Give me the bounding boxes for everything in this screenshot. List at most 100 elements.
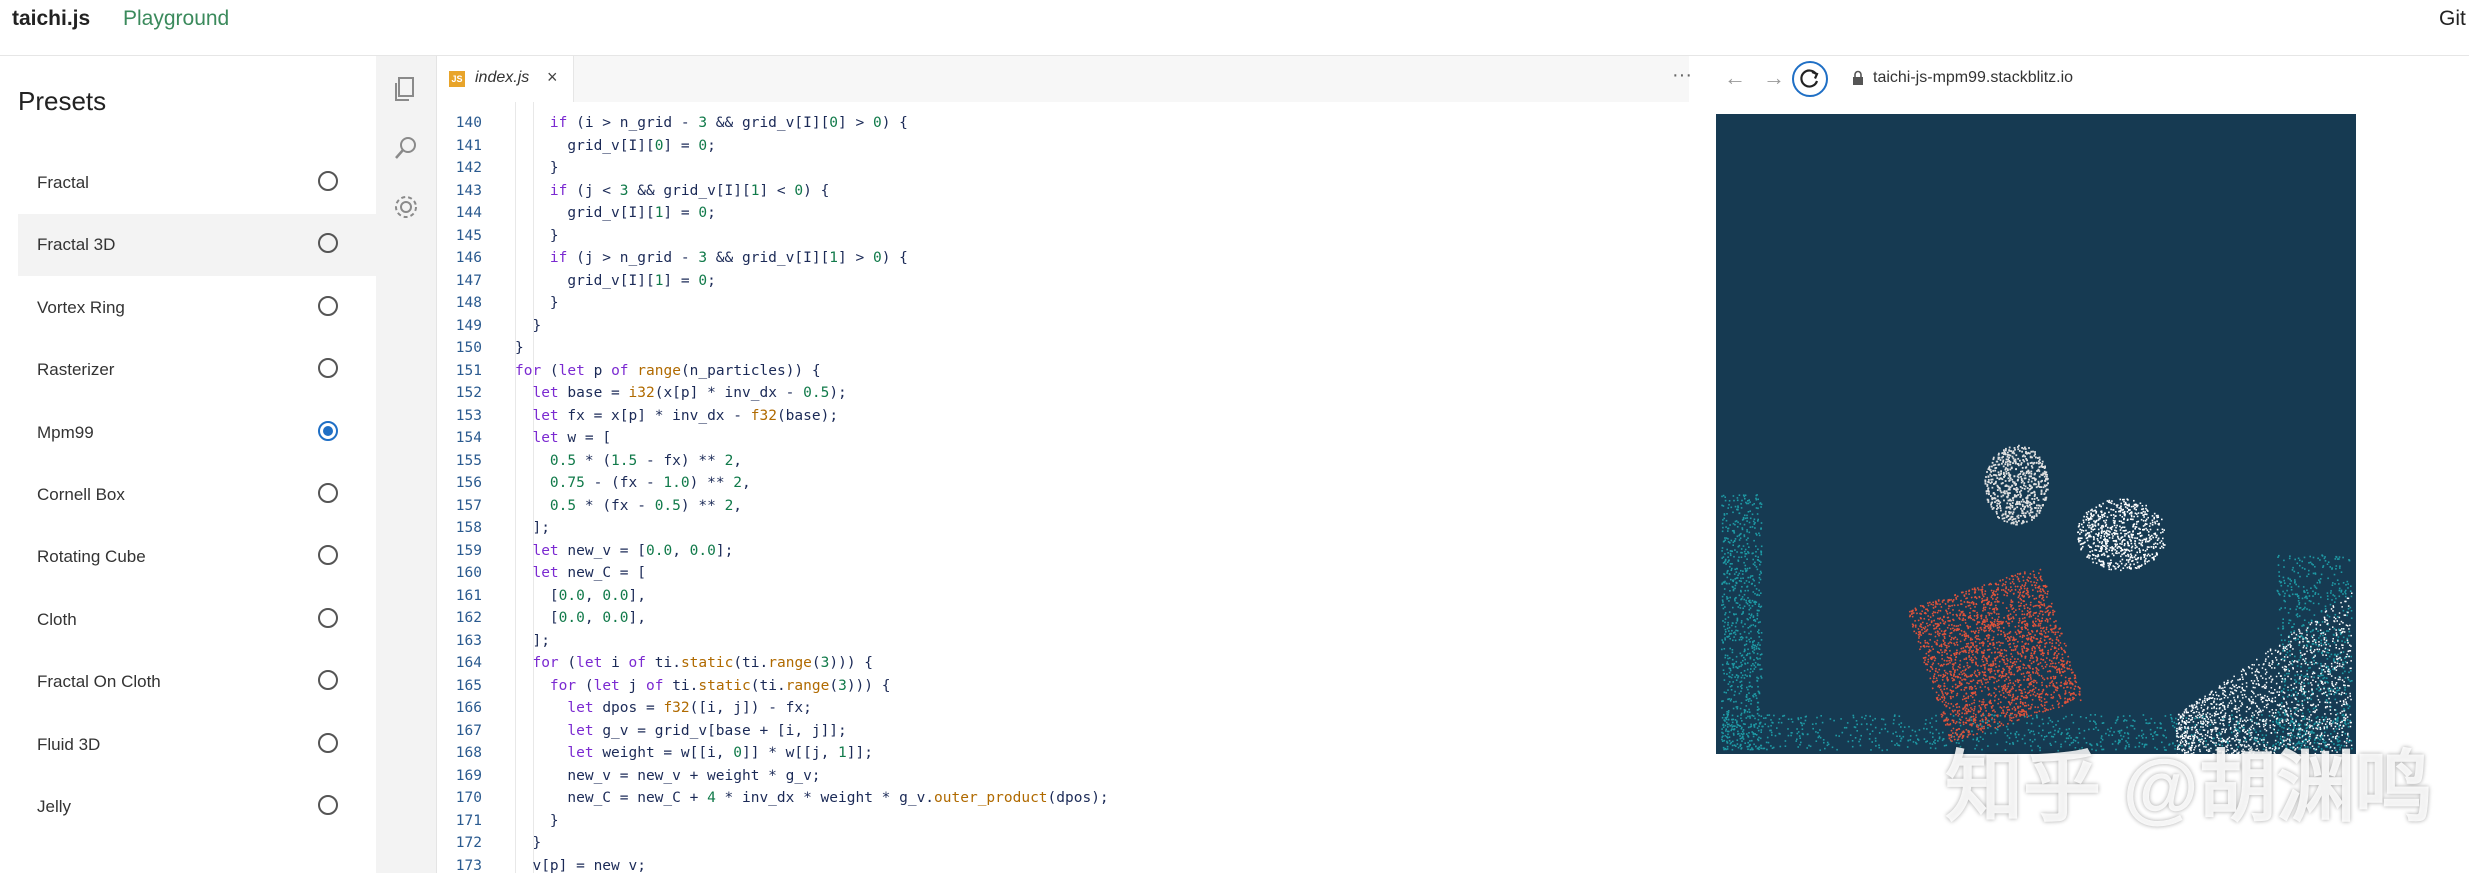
line-number: 167: [455, 722, 482, 739]
preset-item[interactable]: Fluid 3D: [18, 714, 376, 776]
line-code: }: [515, 340, 524, 356]
line-number: 162: [455, 610, 482, 626]
github-link[interactable]: Git: [2439, 7, 2469, 31]
search-icon[interactable]: [391, 133, 421, 163]
line-number: 141: [455, 137, 482, 154]
preset-item[interactable]: Fractal: [18, 152, 376, 214]
mpm99-simulation-canvas[interactable]: [1716, 114, 2356, 754]
line-code: let fx = x[p] * inv_dx - f32(base);: [532, 407, 839, 424]
line-number: 173: [455, 857, 482, 873]
preset-item[interactable]: Cloth: [18, 589, 376, 651]
code-line: 158 ];: [437, 517, 1687, 540]
line-code: let base = i32(x[p] * inv_dx - 0.5);: [532, 385, 847, 401]
line-code: ];: [515, 520, 550, 536]
preset-item[interactable]: Rotating Cube: [18, 526, 376, 588]
preset-label: Fluid 3D: [37, 734, 101, 754]
line-number: 143: [455, 182, 482, 199]
code-line: 151 for (let p of range(n_particles)) {: [437, 360, 1687, 383]
line-code: for (let i of ti.static(ti.range(3))) {: [532, 655, 874, 671]
preset-radio[interactable]: [318, 171, 338, 191]
line-number: 147: [455, 272, 482, 289]
code-line: 148 }: [437, 292, 1687, 315]
line-number: 170: [455, 790, 482, 806]
line-code: for (let j of ti.static(ti.range(3))) {: [549, 677, 891, 694]
line-number: 171: [455, 812, 482, 829]
preset-label: Fractal 3D: [37, 235, 116, 255]
preset-label: Fractal: [37, 173, 89, 192]
preset-radio[interactable]: [318, 670, 338, 691]
top-nav-bar: taichi.js Playground Git: [0, 0, 2469, 56]
preset-radio[interactable]: [318, 233, 338, 254]
line-code: let new_C = [: [532, 565, 646, 581]
preset-radio[interactable]: [318, 483, 338, 503]
more-options-icon[interactable]: ···: [1672, 64, 1692, 87]
line-code: new_C = new_C + 4 * inv_dx * weight * g_…: [515, 790, 1109, 806]
code-line: 149 }: [437, 315, 1687, 338]
line-code: let w = [: [532, 430, 612, 446]
line-code: let new_v = [0.0, 0.0];: [532, 542, 734, 559]
line-number: 157: [455, 497, 482, 514]
line-code: 0.75 - (fx - 1.0) ** 2,: [549, 475, 751, 491]
line-code: 0.5 * (fx - 0.5) ** 2,: [549, 497, 743, 514]
line-code: new_v = new_v + weight * g_v;: [515, 767, 821, 784]
line-number: 155: [455, 452, 482, 469]
line-code: let weight = w[[i, 0]] * w[[j, 1]];: [567, 745, 873, 761]
tab-filename: index.js: [475, 69, 530, 86]
preset-item[interactable]: Vortex Ring: [18, 277, 376, 339]
code-line: 146 if (j > n_grid - 3 && grid_v[I][1] >…: [437, 247, 1687, 270]
code-line: 172 }: [437, 832, 1687, 855]
url-address[interactable]: taichi-js-mpm99.stackblitz.io: [1873, 69, 2073, 87]
close-icon[interactable]: ×: [547, 67, 558, 88]
preset-label: Fractal On Cloth: [37, 672, 161, 692]
preset-item[interactable]: Fractal On Cloth: [18, 651, 376, 713]
code-line: 140 if (i > n_grid - 3 && grid_v[I][0] >…: [437, 112, 1687, 135]
preset-item[interactable]: Mpm99: [18, 402, 376, 464]
reload-icon: [1800, 69, 1819, 88]
brand-logo-text[interactable]: taichi.js: [12, 7, 90, 31]
line-number: 159: [455, 542, 482, 559]
forward-arrow-icon[interactable]: →: [1763, 65, 1785, 91]
preset-label: Vortex Ring: [37, 297, 125, 317]
line-code: [0.0, 0.0],: [515, 587, 646, 604]
preset-item[interactable]: Rasterizer: [18, 339, 376, 401]
line-number: 142: [455, 160, 482, 176]
line-code: [0.0, 0.0],: [515, 610, 646, 626]
preset-radio[interactable]: [318, 358, 338, 379]
line-number: 163: [455, 632, 482, 649]
line-code: }: [515, 160, 559, 176]
code-line: 166 let dpos = f32([i, j]) - fx;: [437, 697, 1687, 720]
preset-item[interactable]: Fractal 3D: [18, 214, 376, 277]
gear-icon[interactable]: [391, 192, 421, 222]
preset-label: Cloth: [37, 609, 77, 629]
line-number: 158: [455, 520, 482, 536]
files-icon[interactable]: [391, 74, 421, 104]
code-line: 141 grid_v[I][0] = 0;: [437, 135, 1687, 158]
preset-item[interactable]: Cornell Box: [18, 464, 376, 526]
code-line: 154 let w = [: [437, 427, 1687, 450]
line-number: 140: [455, 115, 482, 131]
tab-index-js[interactable]: JS index.js ×: [437, 56, 574, 102]
reload-button[interactable]: [1792, 61, 1828, 97]
preset-item[interactable]: Jelly: [18, 776, 376, 838]
simulation-particles: [1721, 444, 2353, 754]
preset-radio[interactable]: [318, 420, 338, 441]
preset-radio[interactable]: [318, 732, 338, 753]
back-arrow-icon[interactable]: ←: [1724, 65, 1746, 91]
line-number: 146: [455, 250, 482, 266]
preset-radio[interactable]: [318, 607, 338, 628]
presets-sidebar: Presets Fractal Fractal 3D Vortex Ring Rast…: [0, 56, 376, 873]
line-number: 166: [455, 700, 482, 716]
line-number: 144: [455, 205, 482, 221]
code-line: 150}: [437, 337, 1687, 360]
playground-link[interactable]: Playground: [123, 7, 229, 31]
line-number: 172: [455, 835, 482, 851]
line-code: }: [515, 227, 559, 244]
watermark-text: 知乎 @胡渊鸣: [1945, 743, 2433, 831]
code-line: 145 }: [437, 225, 1687, 248]
preset-radio[interactable]: [318, 295, 338, 316]
preset-radio[interactable]: [318, 795, 338, 815]
line-code: let dpos = f32([i, j]) - fx;: [567, 700, 812, 716]
code-line: 157 0.5 * (fx - 0.5) ** 2,: [437, 495, 1687, 518]
preset-radio[interactable]: [318, 545, 338, 566]
code-editor[interactable]: 140 if (i > n_grid - 3 && grid_v[I][0] >…: [437, 102, 1690, 873]
